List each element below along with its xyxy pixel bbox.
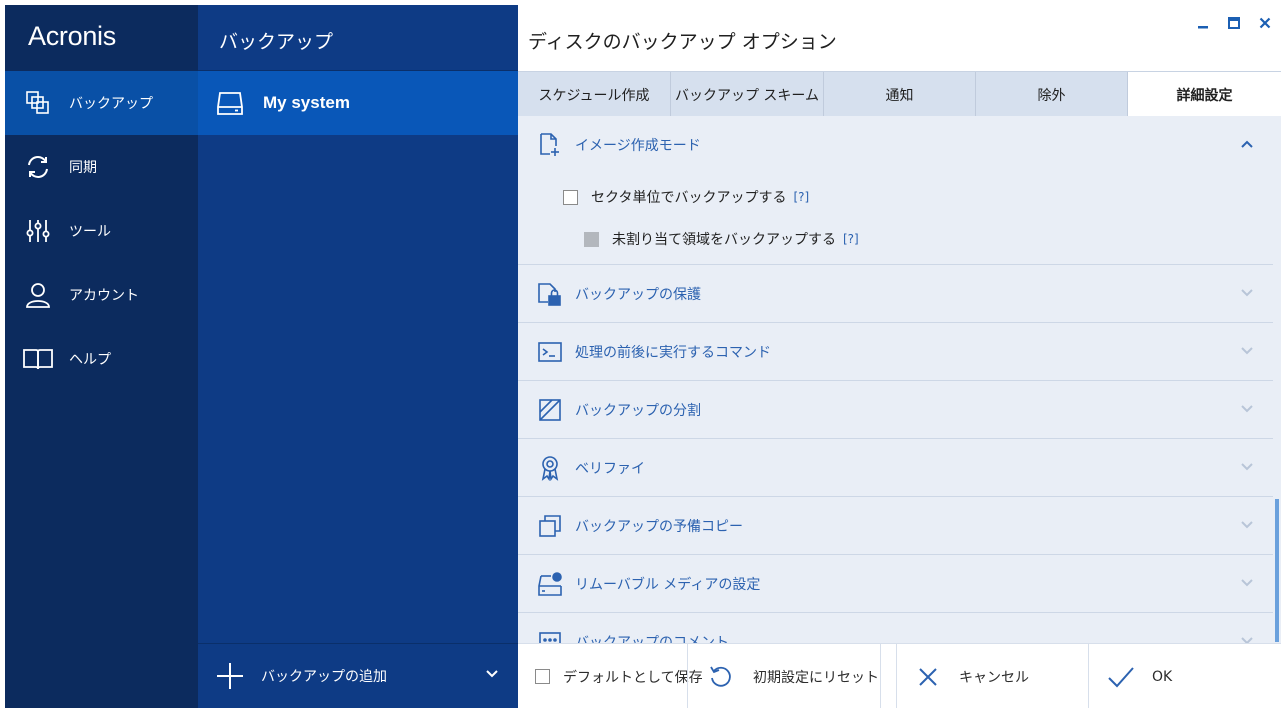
section-label: イメージ作成モード [575, 138, 701, 154]
section-backup-splitting[interactable]: バックアップの分割 [518, 381, 1273, 439]
tab-notifications[interactable]: 通知 [824, 72, 976, 117]
checkmark-icon [1108, 666, 1134, 687]
command-icon [537, 339, 563, 365]
sector-by-sector-option[interactable]: セクタ単位でバックアップする [?] [563, 187, 809, 207]
removable-media-icon [537, 571, 563, 597]
reset-icon [710, 666, 731, 687]
maximize-icon [1228, 17, 1240, 29]
account-icon [23, 280, 53, 310]
chevron-down-icon [1241, 463, 1253, 471]
nav-item-help[interactable]: ヘルプ [5, 327, 198, 391]
cancel-icon [919, 667, 937, 686]
add-backup-label: バックアップの追加 [261, 669, 387, 685]
nav-item-sync[interactable]: 同期 [5, 135, 198, 199]
backup-list-panel: バックアップ My system バックアップの追加 [198, 5, 518, 708]
split-icon [537, 397, 563, 423]
nav-item-label: アカウント [69, 288, 139, 304]
minimize-button[interactable] [1193, 13, 1213, 33]
advanced-options-list: イメージ作成モード セクタ単位でバックアップする [?] 未割り当て領域をバック… [518, 116, 1281, 643]
options-tabs: スケジュール作成 バックアップ スキーム 通知 除外 詳細設定 [518, 71, 1281, 117]
chevron-down-icon [1241, 289, 1253, 297]
chevron-up-icon [1241, 140, 1253, 148]
maximize-button[interactable] [1224, 13, 1244, 33]
divider [687, 644, 688, 708]
ok-label: OK [1152, 668, 1173, 685]
tools-icon [23, 216, 53, 246]
unallocated-space-checkbox [584, 231, 599, 247]
close-icon [1259, 17, 1271, 29]
save-as-default-option[interactable]: デフォルトとして保存 [535, 644, 703, 708]
cancel-button[interactable]: キャンセル [918, 644, 1029, 708]
sector-by-sector-checkbox[interactable] [563, 189, 578, 205]
unallocated-space-label: 未割り当て領域をバックアップする [612, 232, 836, 248]
backup-item-my-system[interactable]: My system [198, 71, 518, 135]
minimize-icon [1198, 26, 1208, 29]
add-backup-button[interactable]: バックアップの追加 [198, 643, 518, 708]
chevron-down-icon [1241, 405, 1253, 413]
image-mode-icon [537, 132, 563, 158]
nav-item-tools[interactable]: ツール [5, 199, 198, 263]
main-navigation: Acronis バックアップ 同期 ツール アカウント ヘルプ [5, 5, 198, 708]
cancel-label: キャンセル [959, 669, 1029, 686]
sector-by-sector-label: セクタ単位でバックアップする [591, 190, 787, 206]
ok-button[interactable]: OK [1107, 644, 1172, 708]
section-pre-post-commands[interactable]: 処理の前後に実行するコマンド [518, 323, 1273, 381]
help-book-icon [23, 344, 53, 374]
app-window: Acronis バックアップ 同期 ツール アカウント ヘルプ バックアップ M… [5, 5, 1281, 708]
section-label: バックアップの保護 [575, 286, 701, 303]
copy-icon [537, 513, 563, 539]
reset-label: 初期設定にリセット [753, 669, 879, 686]
tab-exclusions[interactable]: 除外 [976, 72, 1128, 117]
section-backup-comment[interactable]: バックアップのコメント [518, 613, 1273, 643]
section-label: リムーバブル メディアの設定 [575, 576, 761, 593]
save-as-default-checkbox[interactable] [535, 669, 550, 684]
chevron-down-icon [1241, 579, 1253, 587]
close-button[interactable] [1255, 13, 1275, 33]
backup-list-title: バックアップ [219, 31, 334, 53]
divider [1088, 644, 1089, 708]
drive-icon [216, 89, 244, 117]
lock-icon [537, 281, 563, 307]
chevron-down-icon [1241, 521, 1253, 529]
section-label: バックアップの予備コピー [575, 518, 743, 535]
verify-icon [537, 455, 563, 481]
sync-icon [23, 152, 53, 182]
section-label: 処理の前後に実行するコマンド [575, 344, 771, 361]
nav-item-label: バックアップ [69, 96, 153, 112]
dialog-footer: デフォルトとして保存 初期設定にリセット キャンセル OK [518, 643, 1281, 708]
nav-item-label: 同期 [69, 160, 97, 176]
unallocated-space-option: 未割り当て領域をバックアップする [?] [584, 229, 859, 249]
section-removable-media[interactable]: リムーバブル メディアの設定 [518, 555, 1273, 613]
help-link[interactable]: [?] [843, 232, 859, 246]
section-validation[interactable]: ベリファイ [518, 439, 1273, 497]
tab-advanced[interactable]: 詳細設定 [1128, 72, 1281, 117]
nav-item-account[interactable]: アカウント [5, 263, 198, 327]
backup-icon [23, 88, 53, 118]
tab-backup-scheme[interactable]: バックアップ スキーム [671, 72, 824, 117]
options-dialog: ディスクのバックアップ オプション スケジュール作成 バックアップ スキーム 通… [518, 5, 1281, 708]
plus-icon [216, 662, 244, 690]
backup-item-label: My system [263, 93, 350, 112]
chevron-down-icon [1241, 347, 1253, 355]
section-backup-protection[interactable]: バックアップの保護 [518, 265, 1273, 323]
section-label: ベリファイ [575, 460, 645, 477]
tab-schedule[interactable]: スケジュール作成 [518, 72, 671, 117]
acronis-logo: Acronis [28, 21, 116, 51]
scrollbar-thumb[interactable] [1275, 499, 1279, 642]
nav-item-backup[interactable]: バックアップ [5, 71, 198, 135]
section-image-mode[interactable]: イメージ作成モード [518, 116, 1273, 174]
save-as-default-label: デフォルトとして保存 [563, 669, 703, 686]
divider [880, 644, 881, 708]
chevron-down-icon[interactable] [486, 670, 498, 678]
reset-to-default-button[interactable]: 初期設定にリセット [708, 644, 879, 708]
nav-item-label: ツール [69, 224, 111, 240]
divider [896, 644, 897, 708]
help-link[interactable]: [?] [793, 190, 809, 204]
nav-item-label: ヘルプ [69, 352, 111, 368]
section-reserve-copy[interactable]: バックアップの予備コピー [518, 497, 1273, 555]
section-label: バックアップのコメント [575, 634, 729, 644]
dialog-title: ディスクのバックアップ オプション [528, 31, 837, 53]
section-label: バックアップの分割 [575, 402, 701, 419]
comment-icon [537, 629, 563, 643]
